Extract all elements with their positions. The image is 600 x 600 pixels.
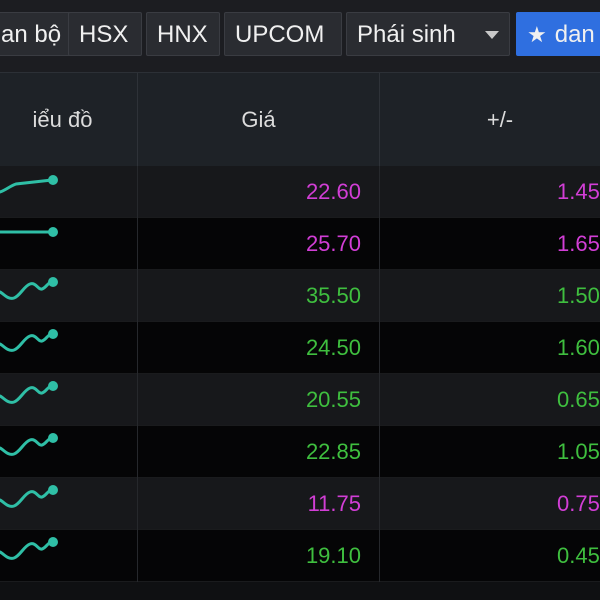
- sparkline-path: [0, 178, 54, 194]
- table-row[interactable]: 22.60 1.45: [0, 166, 600, 218]
- sparkline-cell: [0, 270, 138, 322]
- chevron-down-icon: [485, 31, 499, 39]
- sparkline-cell: [0, 322, 138, 374]
- price-cell: 11.75: [138, 478, 380, 530]
- table-row[interactable]: 25.70 1.65: [0, 218, 600, 270]
- table-row[interactable]: 22.85 1.05: [0, 426, 600, 478]
- tab-hsx-label: HSX: [79, 21, 129, 48]
- tab-hnx-label: HNX: [157, 21, 208, 48]
- change-cell: 0.75: [557, 491, 600, 516]
- change-cell: 1.45: [557, 179, 600, 204]
- tab-hnx[interactable]: HNX: [146, 12, 220, 56]
- sparkline-endpoint: [48, 537, 58, 547]
- sparkline-path: [0, 540, 54, 560]
- tab-watchlist-label: dan: [554, 21, 595, 48]
- sparkline-cell: [0, 478, 138, 530]
- market-tab-bar: an bộ HSX HNX UPCOM Phái sinh ★ dan: [0, 0, 600, 72]
- sparkline-path: [0, 488, 54, 508]
- column-header-change-label: +/-: [486, 107, 514, 132]
- table-row[interactable]: 24.50 1.60: [0, 322, 600, 374]
- sparkline-cell: [0, 166, 138, 218]
- sparkline-endpoint: [48, 485, 58, 495]
- sparkline-endpoint: [48, 433, 58, 443]
- sparkline-chart: [0, 537, 58, 560]
- tab-upcom-label: UPCOM: [235, 21, 325, 48]
- sparkline-chart: [0, 485, 58, 508]
- change-cell: 1.50: [557, 283, 600, 308]
- table-row[interactable]: 35.50 1.50: [0, 270, 600, 322]
- tab-derivatives[interactable]: Phái sinh: [346, 12, 510, 56]
- tab-hsx[interactable]: HSX: [68, 12, 142, 56]
- sparkline-endpoint: [48, 381, 58, 391]
- change-cell: 0.65: [557, 387, 600, 412]
- sparkline-endpoint: [48, 329, 58, 339]
- price-cell: 25.70: [138, 218, 380, 270]
- price-cell: 22.60: [138, 166, 380, 218]
- sparkline-chart: [0, 381, 58, 404]
- change-cell: 0.45: [557, 543, 600, 568]
- change-cell: 1.65: [557, 231, 600, 256]
- sparkline-cell: [0, 218, 138, 270]
- change-cell: 1.60: [557, 335, 600, 360]
- table-row[interactable]: 19.10 0.45: [0, 530, 600, 582]
- tab-all-label: an bộ: [1, 21, 62, 48]
- price-cell: 35.50: [138, 270, 380, 322]
- tab-derivatives-label: Phái sinh: [357, 21, 456, 48]
- price-cell: 24.50: [138, 322, 380, 374]
- sparkline-endpoint: [48, 227, 58, 237]
- sparkline-path: [0, 436, 54, 456]
- table-row[interactable]: 20.55 0.65: [0, 374, 600, 426]
- sparkline-chart: [0, 329, 58, 352]
- sparkline-endpoint: [48, 277, 58, 287]
- sparkline-path: [0, 332, 54, 352]
- table-row[interactable]: 11.75 0.75: [0, 478, 600, 530]
- sparkline-chart: [0, 277, 58, 300]
- table-header: iểu đồ Giá +/-: [0, 72, 600, 167]
- sparkline-path: [0, 280, 54, 300]
- column-header-change[interactable]: +/-: [380, 73, 600, 167]
- tab-all[interactable]: an bộ: [0, 12, 72, 56]
- sparkline-chart: [0, 175, 58, 194]
- column-header-chart[interactable]: iểu đồ: [0, 73, 138, 167]
- star-icon: ★: [527, 22, 547, 47]
- price-cell: 22.85: [138, 426, 380, 478]
- column-header-chart-label: iểu đồ: [32, 107, 93, 132]
- change-cell: 1.05: [557, 439, 600, 464]
- sparkline-cell: [0, 530, 138, 582]
- price-cell: 20.55: [138, 374, 380, 426]
- sparkline-endpoint: [48, 175, 58, 185]
- sparkline-chart: [0, 227, 58, 237]
- price-cell: 19.10: [138, 530, 380, 582]
- column-header-price[interactable]: Giá: [138, 73, 380, 167]
- sparkline-chart: [0, 433, 58, 456]
- sparkline-cell: [0, 426, 138, 478]
- sparkline-cell: [0, 374, 138, 426]
- sparkline-path: [0, 384, 54, 404]
- tab-watchlist[interactable]: ★ dan: [516, 12, 600, 56]
- tab-upcom[interactable]: UPCOM: [224, 12, 342, 56]
- column-header-price-label: Giá: [241, 107, 276, 132]
